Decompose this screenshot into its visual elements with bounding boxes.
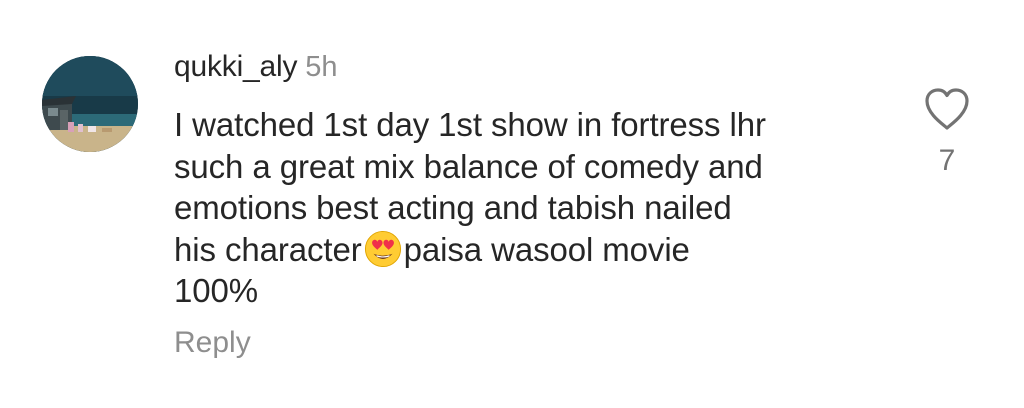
heart-eyes-emoji-icon [364,230,401,267]
comment-timestamp: 5h [305,51,338,83]
heart-outline-icon[interactable] [922,86,972,132]
username-link[interactable]: qukki_aly [174,50,297,84]
comment-item: qukki_aly 5h I watched 1st day 1st show … [0,0,1024,408]
reply-button[interactable]: Reply [174,326,251,360]
comment-header: qukki_aly 5h [174,50,338,90]
like-count: 7 [938,144,956,177]
comment-text: I watched 1st day 1st show in fortress l… [174,104,894,312]
user-avatar[interactable] [42,56,138,152]
